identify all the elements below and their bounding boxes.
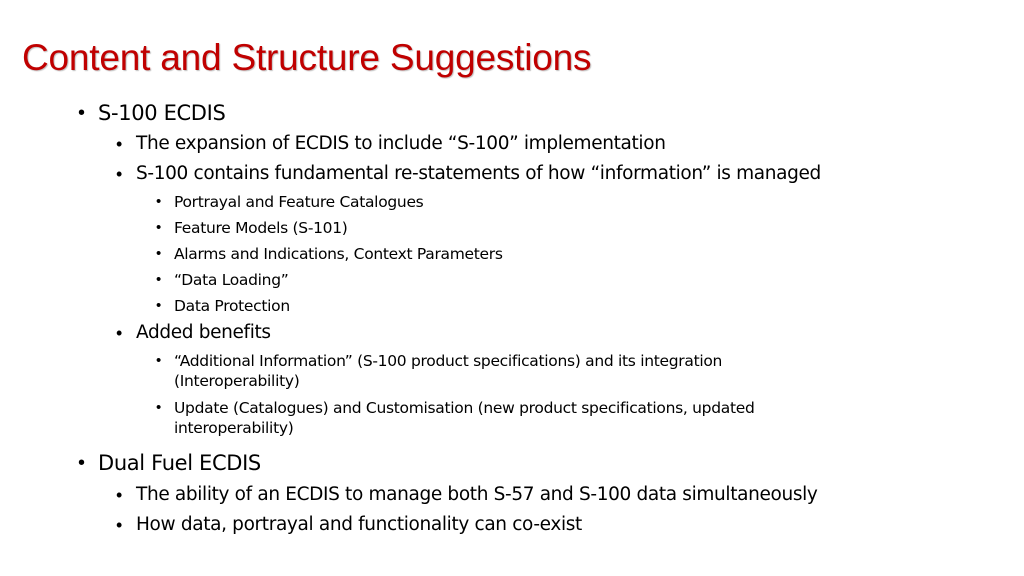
bullet-icon: • <box>116 323 123 343</box>
bullet-icon: • <box>156 399 162 416</box>
bullet-additional-information: • “Additional Information” (S-100 produc… <box>156 351 723 391</box>
bullet-icon: • <box>116 485 123 505</box>
bullet-text: The ability of an ECDIS to manage both S… <box>136 484 818 505</box>
bullet-text: Alarms and Indications, Context Paramete… <box>174 245 503 263</box>
bullet-co-exist: • How data, portrayal and functionality … <box>116 512 582 538</box>
bullet-icon: • <box>156 352 162 369</box>
bullet-icon: • <box>78 102 86 124</box>
bullet-s100-contains: • S-100 contains fundamental re-statemen… <box>116 161 821 187</box>
bullet-s100-ecdis: • S-100 ECDIS <box>78 99 226 127</box>
bullet-update-customisation: • Update (Catalogues) and Customisation … <box>156 398 755 438</box>
bullet-icon: • <box>116 515 123 535</box>
bullet-dual-fuel-ecdis: • Dual Fuel ECDIS <box>78 449 261 477</box>
bullet-text: How data, portrayal and functionality ca… <box>136 514 582 535</box>
bullet-ability-manage: • The ability of an ECDIS to manage both… <box>116 482 818 508</box>
bullet-text: S-100 ECDIS <box>98 101 226 125</box>
bullet-portrayal-catalogues: • Portrayal and Feature Catalogues <box>156 192 424 212</box>
slide-title: Content and Structure Suggestions <box>22 37 592 78</box>
bullet-icon: • <box>156 245 162 262</box>
bullet-icon: • <box>156 193 162 210</box>
bullet-text: Dual Fuel ECDIS <box>98 451 261 475</box>
bullet-icon: • <box>156 297 162 314</box>
bullet-text: Added benefits <box>136 322 271 343</box>
bullet-data-protection: • Data Protection <box>156 296 290 316</box>
bullet-text-line-1: Update (Catalogues) and Customisation (n… <box>174 399 755 417</box>
bullet-icon: • <box>156 219 162 236</box>
bullet-icon: • <box>116 134 123 154</box>
bullet-text: Data Protection <box>174 297 290 315</box>
bullet-expansion: • The expansion of ECDIS to include “S-1… <box>116 131 666 157</box>
bullet-icon: • <box>78 452 86 474</box>
bullet-data-loading: • “Data Loading” <box>156 270 289 290</box>
bullet-icon: • <box>116 164 123 184</box>
bullet-text: The expansion of ECDIS to include “S-100… <box>136 133 666 154</box>
bullet-text: S-100 contains fundamental re-statements… <box>136 163 821 184</box>
bullet-added-benefits: • Added benefits <box>116 320 271 346</box>
bullet-text-line-2: interoperability) <box>174 419 294 437</box>
bullet-icon: • <box>156 271 162 288</box>
bullet-text: “Data Loading” <box>174 271 289 289</box>
bullet-alarms-indications: • Alarms and Indications, Context Parame… <box>156 244 503 264</box>
bullet-text-line-1: “Additional Information” (S-100 product … <box>174 352 723 370</box>
bullet-text: Portrayal and Feature Catalogues <box>174 193 424 211</box>
bullet-feature-models: • Feature Models (S-101) <box>156 218 348 238</box>
bullet-text-line-2: (Interoperability) <box>174 372 300 390</box>
bullet-text: Feature Models (S-101) <box>174 219 348 237</box>
